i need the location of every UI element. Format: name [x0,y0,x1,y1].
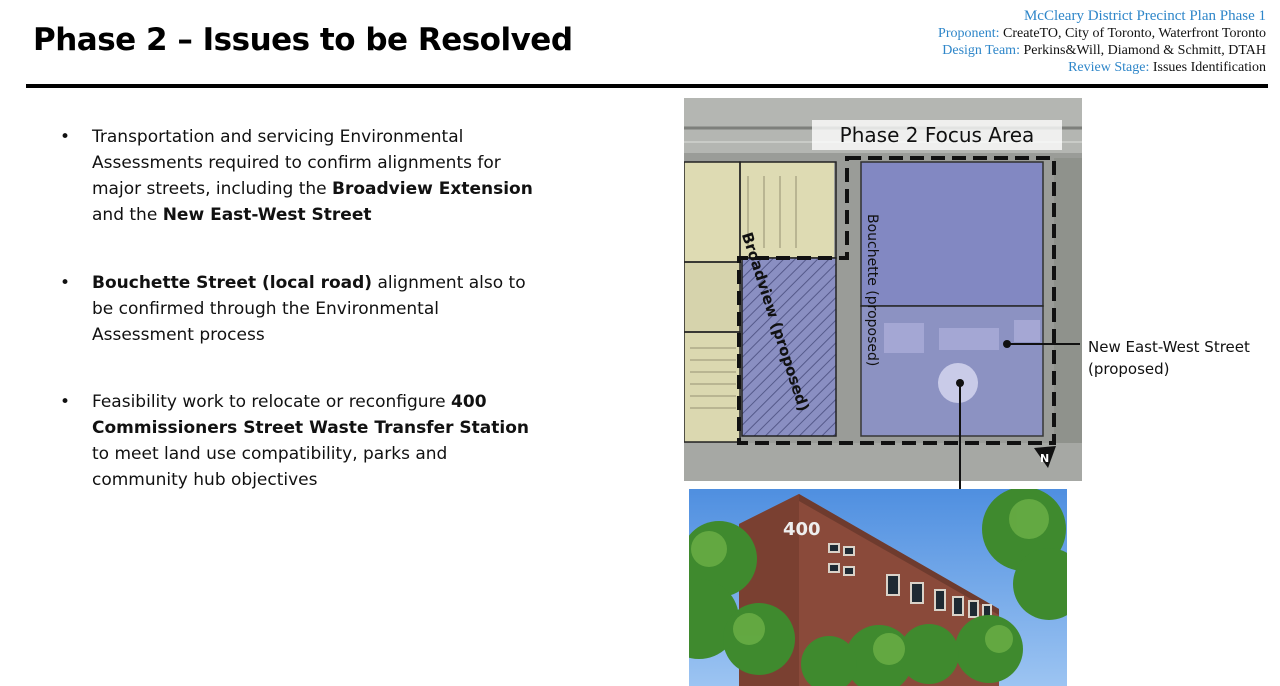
design-team-line: Design Team: Perkins&Will, Diamond & Sch… [938,42,1266,59]
proponent-key: Proponent: [938,26,1000,41]
focus-area-label: Phase 2 Focus Area [812,120,1062,150]
design-team-key: Design Team: [942,43,1020,58]
project-metadata: McCleary District Precinct Plan Phase 1 … [938,8,1266,76]
header-divider [26,84,1268,88]
building-photo-graphic [689,489,1067,686]
bullet-icon: • [60,127,71,147]
review-stage-line: Review Stage: Issues Identification [938,59,1266,76]
north-arrow-icon: N [1040,452,1050,465]
bullet-bold-text: Broadview Extension [332,179,533,199]
bouchette-street-label: Bouchette (proposed) [864,214,880,367]
bullet-bold-text: Bouchette Street (local road) [92,273,373,293]
proponent-value: CreateTO, City of Toronto, Waterfront To… [999,26,1266,41]
transfer-station-photo: 400 [689,489,1067,686]
bullet-text: to meet land use compatibility, parks an… [92,444,448,490]
bullet-text: and the [92,205,163,225]
building-number-sign: 400 [783,519,821,540]
new-east-west-street-label: New East-West Street (proposed) [1088,336,1250,380]
focus-area-map: Phase 2 Focus Area Bouchette (proposed) … [684,98,1082,481]
bullet-text: Feasibility work to relocate or reconfig… [92,392,452,412]
plan-name: McCleary District Precinct Plan Phase 1 [1023,8,1266,24]
design-team-value: Perkins&Will, Diamond & Schmitt, DTAH [1019,43,1266,58]
list-item: • Transportation and servicing Environme… [58,124,538,228]
review-stage-key: Review Stage: [1068,60,1150,75]
aerial-map-graphic [684,98,1082,481]
callout-line-2: (proposed) [1088,360,1170,378]
proponent-line: Proponent: CreateTO, City of Toronto, Wa… [938,25,1266,42]
page-title: Phase 2 – Issues to be Resolved [33,22,573,58]
bullet-bold-text: New East-West Street [162,205,372,225]
review-stage-value: Issues Identification [1149,60,1266,75]
list-item: • Bouchette Street (local road) alignmen… [58,270,538,348]
bullet-icon: • [60,273,71,293]
bullet-icon: • [60,392,71,412]
list-item: • Feasibility work to relocate or reconf… [58,389,538,493]
callout-line-1: New East-West Street [1088,338,1250,356]
